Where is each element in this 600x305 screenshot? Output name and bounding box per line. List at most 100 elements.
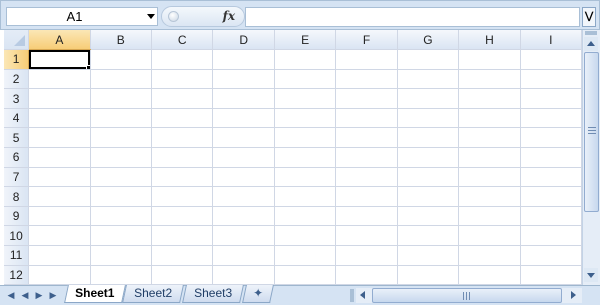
row-header-7[interactable]: 7 — [4, 167, 30, 188]
previous-sheet-icon[interactable]: ◀ — [19, 289, 31, 301]
cell-f7[interactable] — [335, 167, 398, 188]
horizontal-scroll-thumb[interactable] — [372, 288, 562, 303]
cell-e6[interactable] — [274, 147, 337, 168]
vertical-scroll-thumb[interactable] — [584, 52, 599, 212]
cell-h4[interactable] — [458, 108, 521, 129]
cell-a10[interactable] — [28, 225, 91, 247]
cell-c8[interactable] — [151, 186, 214, 207]
cell-d5[interactable] — [212, 127, 275, 149]
cell-h11[interactable] — [458, 245, 521, 266]
name-box-value[interactable]: A1 — [7, 8, 142, 25]
cell-f12[interactable] — [335, 265, 398, 285]
cell-h8[interactable] — [458, 186, 521, 207]
row-header-5[interactable]: 5 — [4, 127, 30, 149]
cell-d4[interactable] — [212, 108, 275, 129]
column-header-b[interactable]: B — [90, 30, 153, 51]
cell-c1[interactable] — [151, 49, 214, 70]
chevron-down-icon[interactable] — [147, 14, 155, 19]
cell-d7[interactable] — [212, 167, 275, 188]
cell-f6[interactable] — [335, 147, 398, 168]
cell-b5[interactable] — [90, 127, 153, 149]
row-header-1[interactable]: 1 — [4, 49, 30, 70]
next-sheet-icon[interactable]: ▶ — [33, 289, 45, 301]
cell-e5[interactable] — [274, 127, 337, 149]
cell-g11[interactable] — [397, 245, 460, 266]
column-header-g[interactable]: G — [397, 30, 460, 51]
cell-d10[interactable] — [212, 225, 275, 247]
cell-c7[interactable] — [151, 167, 214, 188]
cell-g2[interactable] — [397, 69, 460, 90]
cell-c2[interactable] — [151, 69, 214, 90]
cell-h2[interactable] — [458, 69, 521, 90]
cell-f2[interactable] — [335, 69, 398, 90]
cell-b9[interactable] — [90, 206, 153, 227]
scroll-left-button[interactable] — [356, 288, 370, 303]
cell-i7[interactable] — [520, 167, 582, 188]
sheet-tab-sheet1[interactable]: Sheet1 — [64, 285, 126, 303]
cell-c6[interactable] — [151, 147, 214, 168]
cell-f10[interactable] — [335, 225, 398, 247]
last-sheet-icon[interactable]: ▶ — [47, 289, 59, 301]
formula-input[interactable] — [245, 7, 580, 27]
cell-b11[interactable] — [90, 245, 153, 266]
cell-h5[interactable] — [458, 127, 521, 149]
cell-i4[interactable] — [520, 108, 582, 129]
horizontal-scrollbar[interactable] — [356, 288, 582, 303]
cell-b6[interactable] — [90, 147, 153, 168]
row-header-12[interactable]: 12 — [4, 265, 30, 285]
fill-handle[interactable] — [85, 64, 90, 69]
cell-f4[interactable] — [335, 108, 398, 129]
cell-g4[interactable] — [397, 108, 460, 129]
cell-b7[interactable] — [90, 167, 153, 188]
cell-b1[interactable] — [90, 49, 153, 70]
cell-i9[interactable] — [520, 206, 582, 227]
cell-h7[interactable] — [458, 167, 521, 188]
cell-i11[interactable] — [520, 245, 582, 266]
cell-h3[interactable] — [458, 88, 521, 109]
cell-i5[interactable] — [520, 127, 582, 149]
cell-i6[interactable] — [520, 147, 582, 168]
cell-c4[interactable] — [151, 108, 214, 129]
cell-h12[interactable] — [458, 265, 521, 285]
cell-d1[interactable] — [212, 49, 275, 70]
cell-a12[interactable] — [28, 265, 91, 285]
vertical-scrollbar[interactable] — [582, 30, 600, 285]
cell-i12[interactable] — [520, 265, 582, 285]
sheet-tab-sheet3[interactable]: Sheet3 — [182, 285, 244, 303]
cell-b10[interactable] — [90, 225, 153, 247]
row-header-6[interactable]: 6 — [4, 147, 30, 168]
cell-d2[interactable] — [212, 69, 275, 90]
cell-g8[interactable] — [397, 186, 460, 207]
scroll-up-button[interactable] — [584, 37, 598, 51]
cell-a7[interactable] — [28, 167, 91, 188]
formula-bar-resize-icon[interactable] — [168, 11, 179, 22]
cell-g3[interactable] — [397, 88, 460, 109]
cell-i1[interactable] — [520, 49, 582, 70]
cell-h10[interactable] — [458, 225, 521, 247]
insert-function-button[interactable]: fx — [223, 9, 235, 23]
cell-a5[interactable] — [28, 127, 91, 149]
cell-a8[interactable] — [28, 186, 91, 207]
cell-f5[interactable] — [335, 127, 398, 149]
select-all-button[interactable] — [4, 30, 30, 51]
cell-c11[interactable] — [151, 245, 214, 266]
cell-f1[interactable] — [335, 49, 398, 70]
row-header-10[interactable]: 10 — [4, 225, 30, 247]
cell-b8[interactable] — [90, 186, 153, 207]
row-header-3[interactable]: 3 — [4, 88, 30, 109]
cell-g9[interactable] — [397, 206, 460, 227]
split-handle[interactable] — [585, 31, 597, 35]
cell-g6[interactable] — [397, 147, 460, 168]
cell-g1[interactable] — [397, 49, 460, 70]
cell-f11[interactable] — [335, 245, 398, 266]
cell-h6[interactable] — [458, 147, 521, 168]
cell-g5[interactable] — [397, 127, 460, 149]
column-header-c[interactable]: C — [151, 30, 214, 51]
row-header-2[interactable]: 2 — [4, 69, 30, 90]
cell-b12[interactable] — [90, 265, 153, 285]
cell-f8[interactable] — [335, 186, 398, 207]
column-header-d[interactable]: D — [212, 30, 275, 51]
cell-h9[interactable] — [458, 206, 521, 227]
cell-b3[interactable] — [90, 88, 153, 109]
row-header-11[interactable]: 11 — [4, 245, 30, 266]
